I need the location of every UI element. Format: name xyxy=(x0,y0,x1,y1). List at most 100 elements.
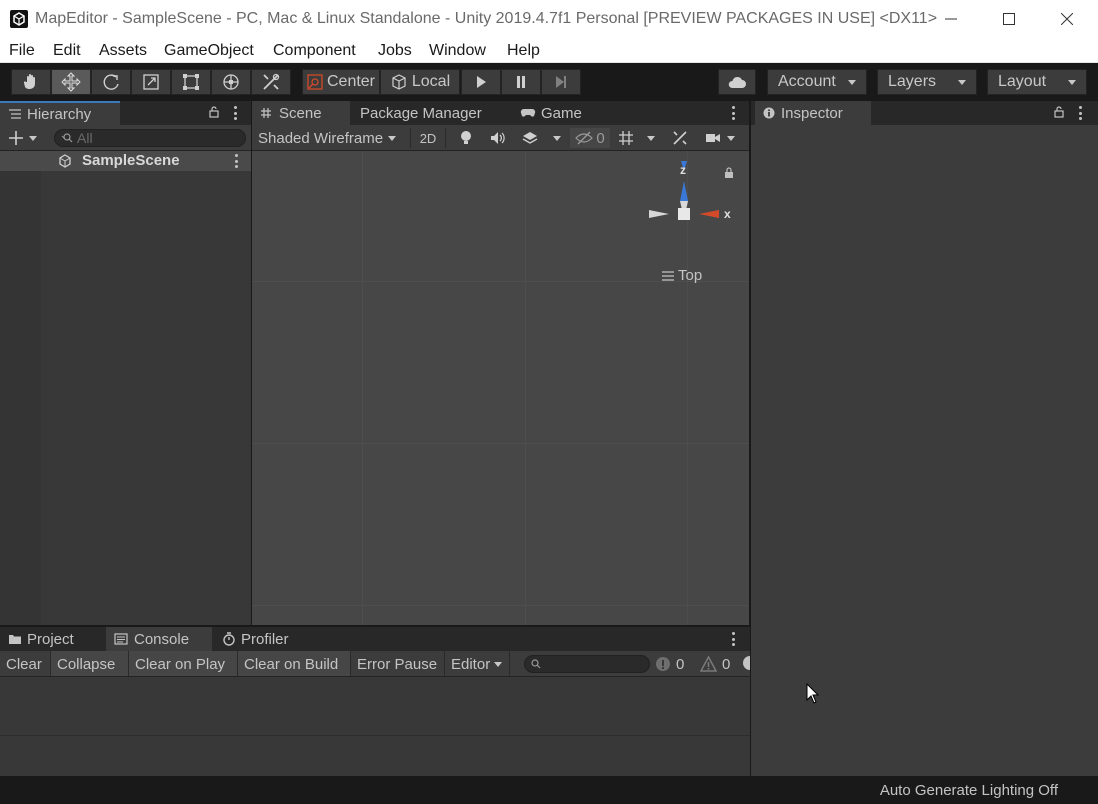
audio-toggle[interactable] xyxy=(486,128,510,148)
console-clear-on-build-toggle[interactable]: Clear on Build xyxy=(238,651,351,676)
grid-hash-icon xyxy=(261,108,271,118)
camera-dropdown[interactable] xyxy=(700,128,740,148)
menu-bar: File Edit Assets GameObject Component Jo… xyxy=(0,38,1098,63)
scene-viewport[interactable]: z x Top xyxy=(252,151,749,625)
stopwatch-icon xyxy=(223,632,235,646)
tab-game-label: Game xyxy=(541,104,582,122)
pivot-center-icon xyxy=(307,74,323,90)
tab-package-manager[interactable]: Package Manager xyxy=(352,101,512,125)
layers-dropdown[interactable]: Layers xyxy=(877,69,977,95)
lighting-status[interactable]: Auto Generate Lighting Off xyxy=(880,782,1058,799)
menu-component[interactable]: Component xyxy=(273,42,356,60)
console-clear-button[interactable]: Clear xyxy=(0,651,51,676)
warning-count-toggle[interactable]: 0 xyxy=(700,654,730,674)
inspector-lock-icon[interactable] xyxy=(1054,106,1064,118)
effects-dropdown[interactable] xyxy=(550,128,564,148)
hand-tool-button[interactable] xyxy=(11,69,51,95)
tab-scene[interactable]: Scene xyxy=(252,101,350,125)
play-button[interactable] xyxy=(461,69,501,95)
console-panel-menu-icon[interactable] xyxy=(731,632,735,646)
grid-dropdown[interactable] xyxy=(644,128,658,148)
chevron-down-icon xyxy=(647,135,655,141)
tab-hierarchy[interactable]: Hierarchy xyxy=(0,101,120,125)
rotate-icon xyxy=(103,74,119,90)
chevron-down-icon xyxy=(553,135,561,141)
menu-file[interactable]: File xyxy=(9,42,35,60)
gizmo-lock-icon[interactable] xyxy=(724,167,734,179)
speaker-icon xyxy=(491,132,505,144)
play-icon xyxy=(477,76,486,88)
lock-icon[interactable] xyxy=(209,106,219,118)
scene-tools-toggle[interactable] xyxy=(668,128,692,148)
transform-tool-button[interactable] xyxy=(211,69,251,95)
pivot-toggle-button[interactable]: Center xyxy=(302,69,380,95)
menu-gameobject[interactable]: GameObject xyxy=(164,42,254,60)
console-search-input[interactable] xyxy=(524,655,650,673)
info-count-icon[interactable] xyxy=(743,656,750,670)
menu-jobs[interactable]: Jobs xyxy=(378,42,412,60)
console-toolbar: Clear Collapse Clear on Play Clear on Bu… xyxy=(0,651,750,677)
inspector-menu-icon[interactable] xyxy=(1078,106,1082,120)
error-count-toggle[interactable]: 0 xyxy=(655,654,684,674)
chevron-down-icon xyxy=(727,135,735,141)
account-dropdown[interactable]: Account xyxy=(767,69,867,95)
cloud-icon xyxy=(728,76,746,88)
grid-line xyxy=(525,151,526,625)
hidden-objects-toggle[interactable]: 0 xyxy=(570,128,610,148)
tab-inspector[interactable]: Inspector xyxy=(755,101,871,125)
effects-toggle[interactable] xyxy=(518,128,542,148)
hierarchy-search-input[interactable]: All xyxy=(54,129,246,147)
console-error-pause-toggle[interactable]: Error Pause xyxy=(351,651,445,676)
minimize-button[interactable] xyxy=(922,0,980,38)
grid-line xyxy=(362,151,363,625)
scene-panel-menu-icon[interactable] xyxy=(731,106,735,120)
tab-profiler-label: Profiler xyxy=(241,630,289,648)
rotate-tool-button[interactable] xyxy=(91,69,131,95)
console-editor-dropdown[interactable]: Editor xyxy=(445,651,510,676)
space-toggle-button[interactable]: Local xyxy=(380,69,460,95)
layout-dropdown[interactable]: Layout xyxy=(987,69,1087,95)
scene-header-row[interactable]: SampleScene xyxy=(0,151,251,171)
step-icon xyxy=(556,76,566,88)
scale-tool-button[interactable] xyxy=(131,69,171,95)
search-icon xyxy=(61,133,73,143)
tab-game[interactable]: Game xyxy=(512,101,592,125)
menu-edit[interactable]: Edit xyxy=(53,42,81,60)
menu-assets[interactable]: Assets xyxy=(99,42,147,60)
tab-hierarchy-label: Hierarchy xyxy=(27,105,92,123)
create-dropdown[interactable] xyxy=(8,130,37,146)
menu-window[interactable]: Window xyxy=(429,42,486,60)
tab-console[interactable]: Console xyxy=(106,627,212,651)
view-mode-label[interactable]: Top xyxy=(662,267,702,284)
tab-project-label: Project xyxy=(27,630,74,648)
menu-help[interactable]: Help xyxy=(507,42,540,60)
mouse-cursor-icon xyxy=(806,683,820,705)
tab-profiler[interactable]: Profiler xyxy=(214,627,314,651)
step-button[interactable] xyxy=(541,69,581,95)
chevron-down-icon xyxy=(388,135,396,141)
console-error-pause-label: Error Pause xyxy=(357,655,438,673)
maximize-button[interactable] xyxy=(980,0,1038,38)
error-icon xyxy=(656,657,670,671)
layers-effects-icon xyxy=(522,132,538,144)
move-tool-button[interactable] xyxy=(51,69,91,95)
hierarchy-menu-icon[interactable] xyxy=(233,106,237,120)
scene-menu-icon[interactable] xyxy=(234,154,238,168)
toggle-2d-button[interactable]: 2D xyxy=(410,128,446,148)
pause-button[interactable] xyxy=(501,69,541,95)
close-button[interactable] xyxy=(1038,0,1096,38)
rect-tool-button[interactable] xyxy=(171,69,211,95)
hidden-count: 0 xyxy=(596,129,605,147)
tab-project[interactable]: Project xyxy=(0,627,102,651)
scene-panel: Scene Package Manager Game Shaded Wirefr… xyxy=(252,101,749,625)
shading-mode-label: Shaded Wireframe xyxy=(258,129,384,147)
error-count: 0 xyxy=(676,655,685,673)
tab-console-label: Console xyxy=(134,630,190,648)
console-collapse-toggle[interactable]: Collapse xyxy=(51,651,129,676)
shading-mode-dropdown[interactable]: Shaded Wireframe xyxy=(252,128,402,148)
custom-tool-button[interactable] xyxy=(251,69,291,95)
lighting-toggle[interactable] xyxy=(454,128,478,148)
console-clear-on-play-toggle[interactable]: Clear on Play xyxy=(129,651,238,676)
collab-cloud-button[interactable] xyxy=(718,69,756,95)
grid-toggle[interactable] xyxy=(614,128,638,148)
